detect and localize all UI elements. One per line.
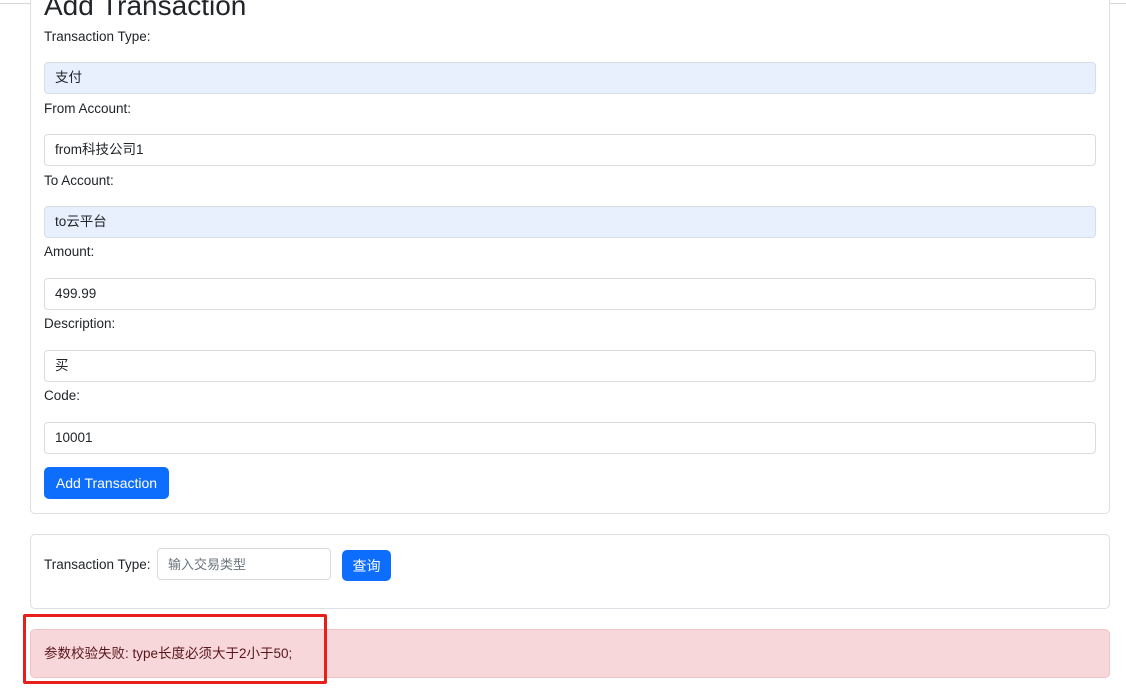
to-account-label: To Account: bbox=[44, 173, 114, 188]
page-title: Add Transaction bbox=[44, 0, 247, 21]
code-label: Code: bbox=[44, 388, 81, 403]
transaction-type-label: Transaction Type: bbox=[44, 29, 151, 44]
add-transaction-button[interactable]: Add Transaction bbox=[44, 467, 169, 499]
from-account-label: From Account: bbox=[44, 101, 132, 116]
description-label: Description: bbox=[44, 316, 116, 331]
from-account-field[interactable]: from科技公司1 bbox=[44, 134, 1096, 166]
amount-label: Amount: bbox=[44, 244, 95, 259]
search-type-input[interactable] bbox=[157, 548, 331, 580]
search-type-label: Transaction Type: bbox=[44, 557, 151, 572]
error-alert: 参数校验失败: type长度必须大于2小于50; bbox=[30, 629, 1110, 678]
query-button[interactable]: 查询 bbox=[342, 550, 391, 581]
description-field[interactable]: 买 bbox=[44, 350, 1096, 382]
search-panel: Transaction Type: 查询 bbox=[30, 534, 1110, 609]
amount-field[interactable]: 499.99 bbox=[44, 278, 1096, 310]
error-message: 参数校验失败: type长度必须大于2小于50; bbox=[44, 646, 293, 661]
add-transaction-form: Add Transaction Transaction Type: 支付 Fro… bbox=[30, 0, 1110, 514]
code-field[interactable]: 10001 bbox=[44, 422, 1096, 454]
transaction-type-field[interactable]: 支付 bbox=[44, 62, 1096, 94]
to-account-field[interactable]: to云平台 bbox=[44, 206, 1096, 238]
